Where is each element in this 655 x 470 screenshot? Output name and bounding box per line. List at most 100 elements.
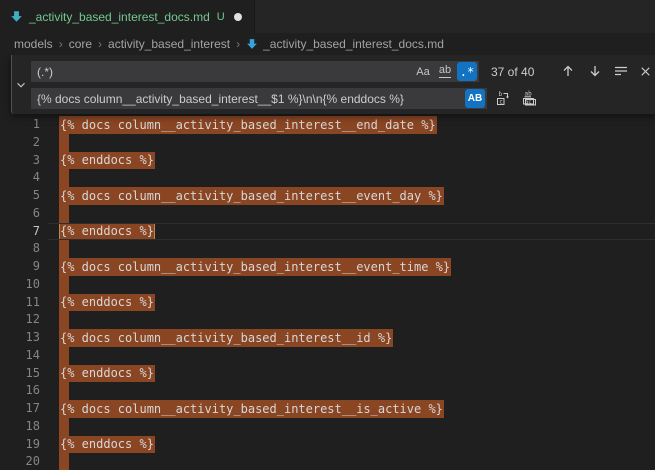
search-input[interactable]: (.*) Aa ab .* bbox=[31, 61, 479, 82]
line-number: 5 bbox=[0, 187, 40, 205]
breadcrumb-item-file[interactable]: _activity_based_interest_docs.md bbox=[246, 37, 444, 51]
breadcrumb-item-folder[interactable]: activity_based_interest bbox=[108, 37, 230, 51]
previous-match-button[interactable] bbox=[557, 60, 579, 82]
line-text bbox=[60, 382, 69, 400]
editor-line[interactable]: 13 {% docs column__activity_based_interes… bbox=[0, 329, 655, 347]
empty-line-match-highlight bbox=[59, 169, 69, 187]
line-number: 8 bbox=[0, 240, 40, 258]
selection-lines-icon bbox=[613, 63, 629, 79]
line-number: 9 bbox=[0, 258, 40, 276]
search-input-value: (.*) bbox=[37, 65, 53, 79]
match-highlight: {% enddocs %} bbox=[59, 365, 155, 383]
line-number: 17 bbox=[0, 400, 40, 418]
whole-word-toggle[interactable]: ab bbox=[435, 62, 455, 81]
breadcrumb: models › core › activity_based_interest … bbox=[0, 33, 655, 55]
regex-toggle[interactable]: .* bbox=[457, 62, 477, 81]
line-number: 14 bbox=[0, 347, 40, 365]
line-number: 4 bbox=[0, 169, 40, 187]
breadcrumb-separator: › bbox=[59, 37, 63, 51]
line-number: 11 bbox=[0, 294, 40, 312]
close-icon bbox=[638, 64, 653, 79]
line-text: {% docs column__activity_based_interest_… bbox=[60, 116, 437, 134]
match-highlight: {% docs column__activity_based_interest_… bbox=[59, 187, 444, 205]
editor-line[interactable]: 8 bbox=[0, 240, 655, 258]
empty-line-match-highlight bbox=[59, 276, 69, 294]
breadcrumb-item-core[interactable]: core bbox=[69, 37, 92, 51]
editor-line[interactable]: 10 bbox=[0, 276, 655, 294]
line-number: 19 bbox=[0, 436, 40, 454]
editor-line[interactable]: 7{% enddocs %} bbox=[0, 223, 655, 241]
match-case-toggle[interactable]: Aa bbox=[413, 62, 433, 81]
empty-line-match-highlight bbox=[59, 240, 69, 258]
empty-line-match-highlight bbox=[59, 347, 69, 365]
close-find-widget-button[interactable] bbox=[634, 60, 655, 82]
line-text: {% enddocs %} bbox=[60, 294, 155, 312]
line-text bbox=[60, 240, 69, 258]
editor-line[interactable]: 19 {% enddocs %} bbox=[0, 436, 655, 454]
svg-text:c: c bbox=[499, 99, 503, 106]
breadcrumb-filename: _activity_based_interest_docs.md bbox=[263, 37, 444, 51]
empty-line-match-highlight bbox=[59, 382, 69, 400]
empty-line-match-highlight bbox=[59, 311, 69, 329]
line-number: 3 bbox=[0, 152, 40, 170]
line-text: {% docs column__activity_based_interest_… bbox=[60, 187, 444, 205]
editor-line[interactable]: 18 bbox=[0, 418, 655, 436]
breadcrumb-item-models[interactable]: models bbox=[14, 37, 53, 51]
line-text bbox=[60, 205, 69, 223]
search-options: Aa ab .* bbox=[413, 61, 477, 82]
editor-line[interactable]: 9 {% docs column__activity_based_interest… bbox=[0, 258, 655, 276]
line-text bbox=[60, 453, 69, 470]
editor-tab[interactable]: _activity_based_interest_docs.md U bbox=[0, 0, 255, 33]
replace-input[interactable]: {% docs column__activity_based_interest_… bbox=[31, 88, 487, 109]
replace-icon: b c bbox=[496, 90, 512, 106]
editor-line[interactable]: 4 bbox=[0, 169, 655, 187]
editor-line[interactable]: 11 {% enddocs %} bbox=[0, 294, 655, 312]
dbt-file-icon bbox=[246, 38, 258, 50]
find-in-selection-button[interactable] bbox=[610, 60, 632, 82]
line-text bbox=[60, 169, 69, 187]
toggle-replace-button[interactable] bbox=[12, 55, 30, 114]
editor-line[interactable]: 15{% enddocs %} bbox=[0, 365, 655, 383]
line-text bbox=[60, 347, 69, 365]
line-text bbox=[60, 276, 69, 294]
line-text: {% enddocs %} bbox=[60, 436, 155, 454]
match-highlight: {% docs column__activity_based_interest_… bbox=[59, 329, 393, 347]
line-text bbox=[60, 418, 69, 436]
match-highlight: {% docs column__activity_based_interest_… bbox=[59, 258, 451, 276]
next-match-button[interactable] bbox=[584, 60, 606, 82]
chevron-down-icon bbox=[14, 78, 28, 92]
editor-line[interactable]: 17 {% docs column__activity_based_interes… bbox=[0, 400, 655, 418]
line-text bbox=[60, 311, 69, 329]
editor-line[interactable]: 5 {% docs column__activity_based_interest… bbox=[0, 187, 655, 205]
preserve-case-toggle[interactable]: AB bbox=[465, 89, 485, 108]
line-number: 6 bbox=[0, 205, 40, 223]
dbt-file-icon bbox=[10, 10, 23, 23]
editor-line[interactable]: 6 bbox=[0, 205, 655, 223]
editor-line[interactable]: 1 {% docs column__activity_based_interest… bbox=[0, 116, 655, 134]
editor-pane[interactable]: 1 {% docs column__activity_based_interest… bbox=[0, 55, 655, 470]
tab-filename: _activity_based_interest_docs.md bbox=[29, 10, 210, 24]
editor-line[interactable]: 3{% enddocs %} bbox=[0, 152, 655, 170]
git-status-badge: U bbox=[217, 11, 225, 23]
replace-all-icon: ab ac bbox=[522, 90, 538, 106]
line-number: 2 bbox=[0, 134, 40, 152]
line-number: 12 bbox=[0, 311, 40, 329]
editor-line[interactable]: 20 bbox=[0, 453, 655, 470]
find-replace-widget: (.*) Aa ab .* 37 of 40 bbox=[11, 55, 655, 114]
replace-all-button[interactable]: ab ac bbox=[519, 87, 541, 109]
editor-line[interactable]: 12 bbox=[0, 311, 655, 329]
line-number: 10 bbox=[0, 276, 40, 294]
match-highlight: {% docs column__activity_based_interest_… bbox=[59, 400, 444, 418]
line-number: 1 bbox=[0, 116, 40, 134]
editor-line[interactable]: 14 bbox=[0, 347, 655, 365]
svg-text:b: b bbox=[499, 91, 503, 98]
empty-line-match-highlight bbox=[59, 134, 69, 152]
replace-button[interactable]: b c bbox=[493, 87, 515, 109]
line-number: 16 bbox=[0, 382, 40, 400]
editor-line[interactable]: 2 bbox=[0, 134, 655, 152]
line-text: {% enddocs %} bbox=[60, 223, 155, 241]
line-number: 13 bbox=[0, 329, 40, 347]
dirty-indicator-dot[interactable] bbox=[234, 13, 242, 21]
empty-line-match-highlight bbox=[59, 205, 69, 223]
editor-line[interactable]: 16 bbox=[0, 382, 655, 400]
